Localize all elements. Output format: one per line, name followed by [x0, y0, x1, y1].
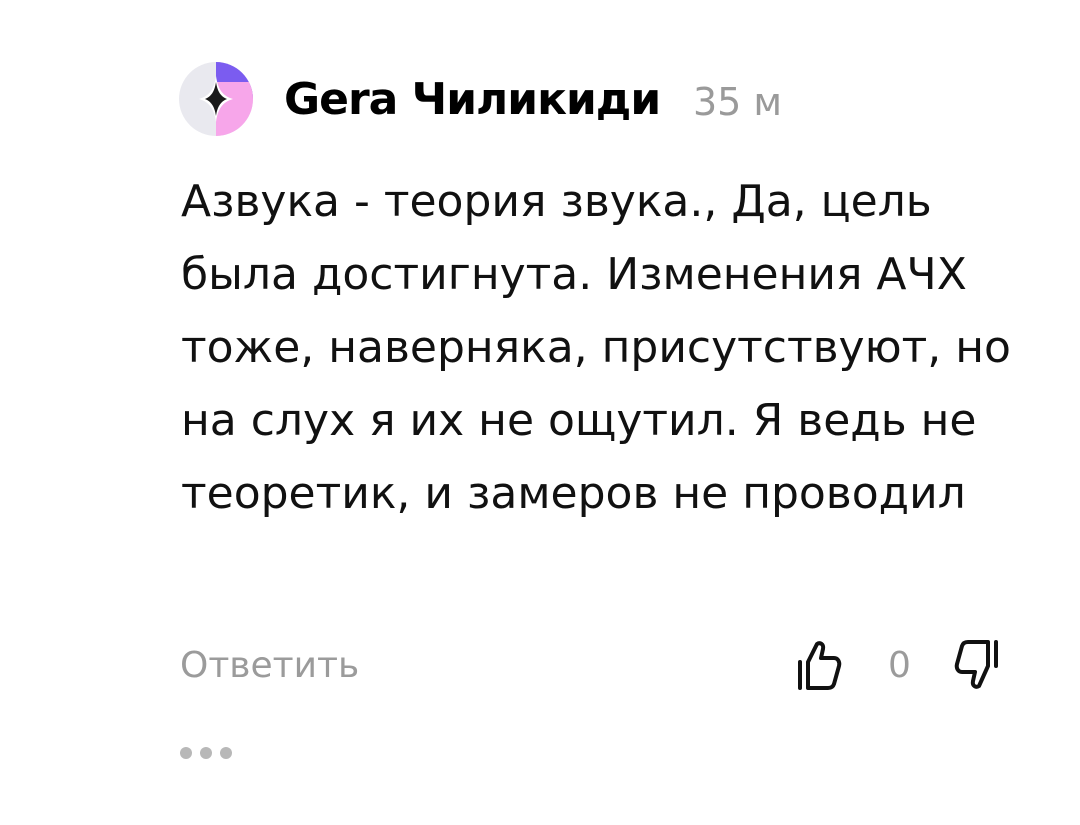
comment-timestamp: 35 м	[693, 80, 783, 124]
comment-text: Азвука - теория звука., Да, цель была до…	[181, 176, 1011, 519]
dot	[180, 747, 192, 759]
likes-count: 0	[888, 645, 911, 686]
like-button[interactable]	[796, 638, 842, 692]
avatar-star-icon	[179, 62, 253, 136]
avatar[interactable]	[179, 62, 253, 136]
thumbs-down-icon	[954, 640, 998, 689]
dot	[200, 747, 212, 759]
thumbs-up-icon	[798, 641, 842, 690]
reply-button[interactable]: Ответить	[180, 640, 359, 692]
author-name[interactable]: Gera Чиликиди	[284, 72, 661, 128]
comment-card: Gera Чиликиди 35 м Азвука - теория звука…	[0, 0, 1080, 825]
dislike-button[interactable]	[954, 636, 1000, 692]
dot	[220, 747, 232, 759]
more-dots-icon[interactable]	[180, 740, 234, 766]
